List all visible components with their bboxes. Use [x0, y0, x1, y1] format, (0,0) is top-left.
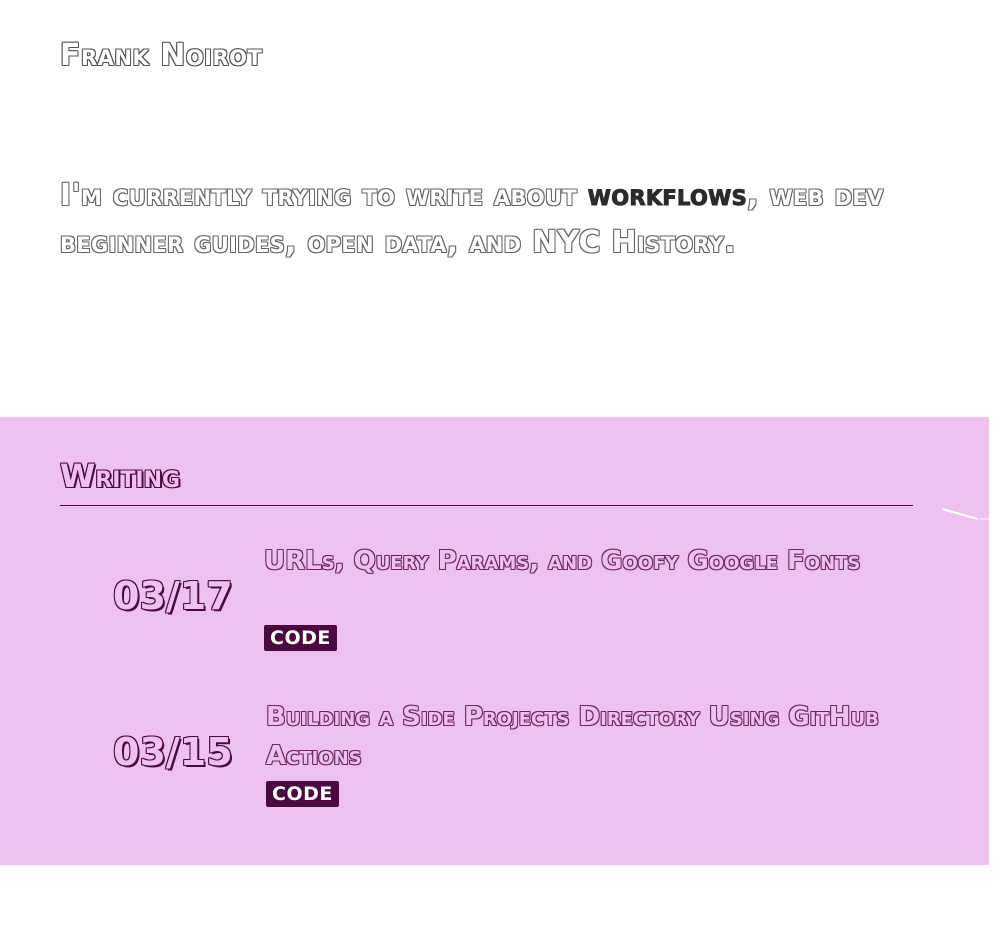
post-tag[interactable]: CODE — [264, 625, 337, 651]
post-title-link[interactable]: Building a Side Projects Directory Using… — [266, 698, 896, 776]
post-date: 03/15 — [113, 730, 233, 774]
section-heading: Writing — [60, 457, 181, 495]
post-tag[interactable]: CODE — [266, 781, 339, 807]
section-divider — [60, 505, 913, 506]
decorative-line-icon — [941, 508, 1003, 520]
writing-section: Writing 03/17 URLs, Query Params, and Go… — [0, 417, 989, 865]
intro-paragraph: I'm currently trying to write about work… — [60, 172, 940, 266]
page: Frank Noirot I'm currently trying to wri… — [0, 0, 1003, 930]
post-date: 03/17 — [113, 574, 233, 618]
post-title-link[interactable]: URLs, Query Params, and Goofy Google Fon… — [264, 542, 894, 581]
intro-text-before: I'm currently trying to write about — [60, 178, 588, 213]
site-title-link[interactable]: Frank Noirot — [60, 38, 262, 73]
intro-topic-link[interactable]: workflows — [587, 178, 747, 214]
